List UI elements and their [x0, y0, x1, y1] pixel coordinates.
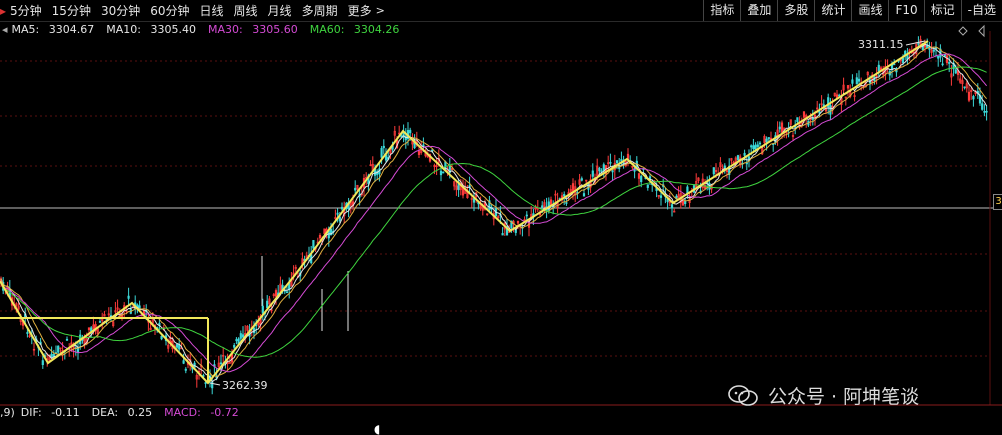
macd-params: ,9) [0, 405, 15, 419]
dea-label: DEA: 0.25 [91, 405, 153, 419]
wechat-small-icon: ▸ [0, 3, 7, 18]
tab-more[interactable]: 更多 [348, 2, 372, 19]
tab-5min[interactable]: 5分钟 [10, 2, 42, 19]
cursor-glyph: ◖ [374, 422, 380, 435]
tab-daily[interactable]: 日线 [200, 2, 224, 19]
macd-label: MACD: -0.72 [164, 405, 239, 419]
price-tag: 3 [993, 194, 1002, 210]
overlay-button[interactable]: 叠加 [740, 0, 777, 21]
high-price-label: 3311.15 [858, 38, 904, 51]
f10-button[interactable]: F10 [888, 0, 923, 21]
watermark: 公众号 · 阿坤笔谈 [728, 382, 919, 409]
watchlist-button[interactable]: -自选 [960, 0, 1002, 21]
low-price-label: 3262.39 [222, 379, 268, 392]
indicator-button[interactable]: 指标 [703, 0, 740, 21]
tab-monthly[interactable]: 月线 [268, 2, 292, 19]
watermark-text: 公众号 · 阿坤笔谈 [768, 386, 920, 408]
chevron-right-icon[interactable]: > [376, 4, 385, 17]
tab-weekly[interactable]: 周线 [234, 2, 258, 19]
statistics-button[interactable]: 统计 [814, 0, 851, 21]
wechat-icon [728, 384, 758, 407]
period-toolbar: ▸ 5分钟 15分钟 30分钟 60分钟 日线 周线 月线 多周期 更多 > 指… [0, 0, 1002, 22]
tab-60min[interactable]: 60分钟 [150, 2, 189, 19]
tab-15min[interactable]: 15分钟 [52, 2, 91, 19]
tab-multi-period[interactable]: 多周期 [302, 2, 338, 19]
tab-30min[interactable]: 30分钟 [101, 2, 140, 19]
mark-button[interactable]: 标记 [923, 0, 961, 21]
dif-label: DIF: -0.11 [20, 405, 80, 419]
macd-legend: ,9) DIF: -0.11 DEA: 0.25 MACD: -0.72 [0, 405, 251, 419]
kline-chart[interactable]: 3311.15 3262.39 ◖ [0, 21, 1002, 435]
multi-stock-button[interactable]: 多股 [777, 0, 814, 21]
draw-line-button[interactable]: 画线 [851, 0, 888, 21]
